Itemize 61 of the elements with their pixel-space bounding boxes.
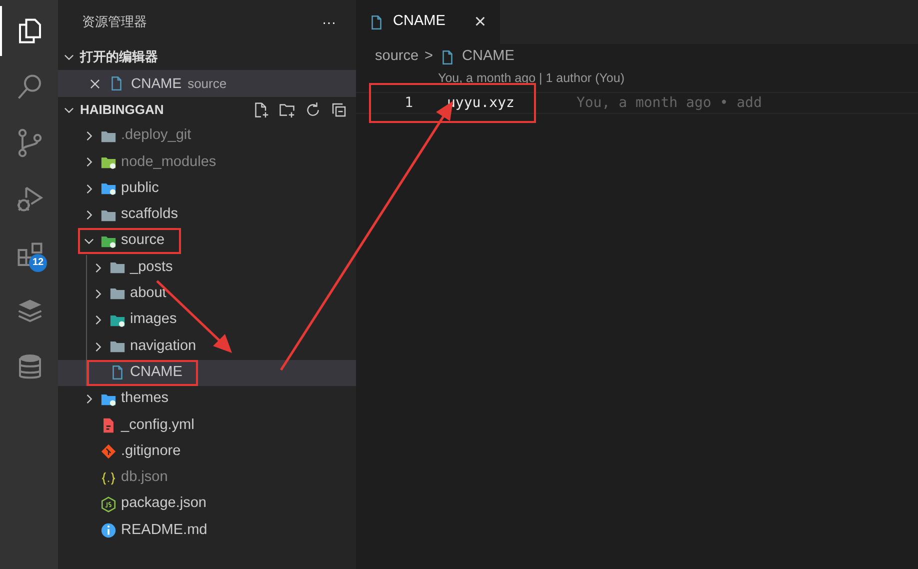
tree-item[interactable]: _config.yml — [58, 412, 356, 439]
tree-item[interactable]: .deploy_git — [58, 123, 356, 150]
activity-bar-button[interactable]: 12 — [0, 230, 58, 280]
tree-item[interactable]: public — [58, 176, 356, 202]
file-name: .gitignore — [121, 442, 181, 461]
close-icon — [88, 76, 102, 90]
run-debug-icon — [15, 184, 45, 214]
folder-name: source — [121, 231, 165, 250]
line-number: 1 — [404, 94, 413, 112]
tree-item[interactable]: navigation — [58, 333, 356, 360]
panel-title: 资源管理器 — [82, 13, 147, 32]
file-name: CNAME — [131, 74, 182, 93]
tree-item[interactable]: about — [58, 280, 356, 308]
folder-name: scaffolds — [121, 205, 178, 224]
info-icon — [100, 522, 117, 540]
section-title: HAIBINGGAN — [80, 101, 164, 120]
file-name: package.json — [121, 494, 206, 514]
close-tab-button[interactable]: × — [474, 12, 486, 32]
file-name: README.md — [121, 520, 208, 540]
file-name: CNAME — [130, 362, 182, 382]
folder-name: public — [121, 178, 159, 198]
file-name: _config.yml — [121, 416, 194, 435]
code-text: uyyu.xyz — [447, 94, 514, 112]
section-header[interactable]: 打开的编辑器 — [58, 44, 356, 70]
braces-icon — [100, 470, 117, 487]
folder-name: .deploy_git — [121, 126, 192, 146]
tab-label: CNAME — [393, 12, 446, 32]
git-blame-text: You, a month ago • add — [576, 94, 762, 112]
tree-item[interactable]: themes — [58, 386, 356, 412]
tree-item[interactable]: db.json — [58, 464, 356, 492]
folder-name: about — [130, 284, 166, 304]
collapse-all-icon — [330, 101, 348, 119]
tree-item[interactable]: CNAME — [58, 360, 356, 386]
tree-item[interactable]: _posts — [58, 254, 356, 281]
hexagon-icon — [100, 496, 117, 513]
breadcrumb-separator: > — [424, 47, 433, 66]
open-editor-item[interactable]: CNAME source — [58, 70, 356, 97]
tree-item[interactable]: scaffolds — [58, 202, 356, 228]
folder-name: navigation — [130, 336, 196, 356]
breadcrumb-item[interactable]: CNAME — [462, 46, 514, 68]
folder-name: images — [130, 310, 177, 330]
folder-name: source — [188, 74, 227, 93]
tree-item[interactable]: source — [58, 228, 356, 254]
more-actions-button[interactable]: ··· — [322, 12, 336, 32]
tree-item[interactable]: package.json — [58, 491, 356, 518]
editor-tab[interactable]: CNAME × — [356, 0, 500, 44]
tree-item[interactable]: .gitignore — [58, 438, 356, 465]
tree-item[interactable]: node_modules — [58, 149, 356, 176]
count-badge: 12 — [29, 254, 47, 272]
tree-item[interactable]: README.md — [58, 517, 356, 544]
section-title: 打开的编辑器 — [80, 48, 158, 66]
section-header[interactable]: HAIBINGGAN — [58, 97, 356, 123]
breadcrumb-item[interactable]: source — [375, 46, 419, 68]
folder-name: _posts — [130, 258, 173, 277]
refresh-icon — [304, 101, 322, 119]
folder-name: node_modules — [121, 152, 216, 172]
new-folder-icon — [278, 101, 296, 119]
file-name: db.json — [121, 468, 168, 488]
folder-name: themes — [121, 389, 169, 408]
diamond-icon — [100, 443, 117, 460]
new-file-icon — [252, 101, 270, 119]
